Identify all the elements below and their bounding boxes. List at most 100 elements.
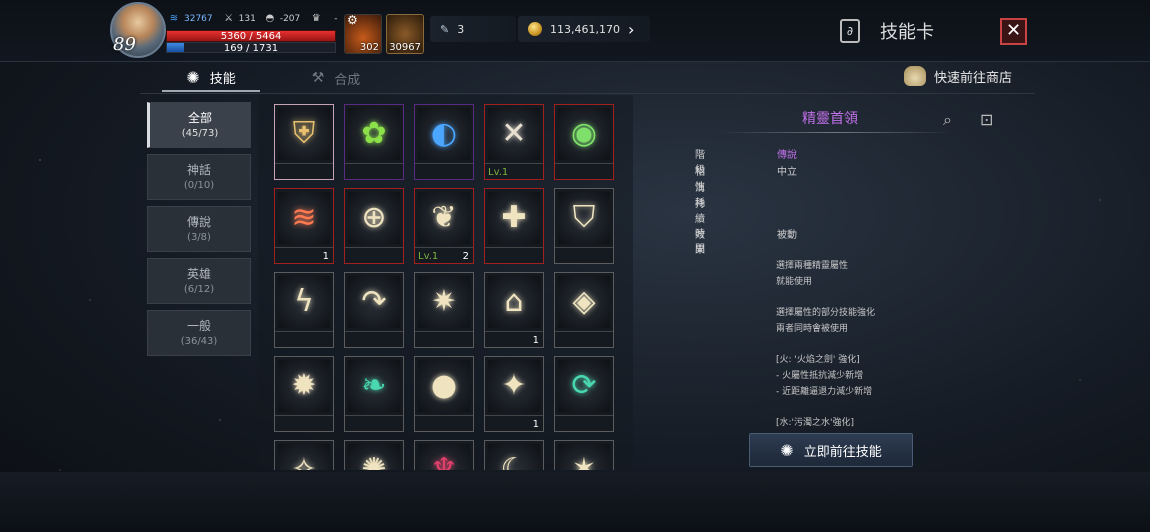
skill-card-frame: ≋ 1 xyxy=(274,188,334,264)
skill-card[interactable]: ⊕ xyxy=(344,188,404,264)
skill-card[interactable]: ✿ xyxy=(344,104,404,180)
category-hero[interactable]: 英雄 (6/12) xyxy=(147,258,251,304)
bottom-bar xyxy=(0,472,1150,532)
skill-card-frame: ✷ xyxy=(414,272,474,348)
category-count: (6/12) xyxy=(183,284,215,295)
skill-card[interactable]: ⛉ xyxy=(554,188,614,264)
skill-card[interactable]: ✚ xyxy=(484,188,544,264)
skill-card[interactable]: ✺ xyxy=(344,440,404,470)
gear-icon: ⚙ xyxy=(347,13,358,27)
category-all[interactable]: 全部 (45/73) xyxy=(147,102,251,148)
crossed-arrows-icon: ✕ xyxy=(488,108,540,160)
skill-card[interactable]: ✹ xyxy=(274,356,334,432)
skill-card-frame: ☾ xyxy=(484,440,544,470)
tab-skills[interactable]: ✺ 技能 xyxy=(162,64,260,92)
skill-card[interactable]: ❦ Lv.1 2 xyxy=(414,188,474,264)
skill-card[interactable]: ≋ 1 xyxy=(274,188,334,264)
scroll-icon: ✎ xyxy=(440,22,450,36)
curved-arrow-icon: ↷ xyxy=(348,276,400,328)
tab-synthesis[interactable]: ⚒ 合成 xyxy=(286,64,386,92)
card-footer xyxy=(345,415,403,431)
attack-icon: ⚔ xyxy=(224,13,234,24)
cycle-arrows-icon: ⟳ xyxy=(558,360,610,412)
category-mythic[interactable]: 神話 (0/10) xyxy=(147,154,251,200)
effect-label: 效果 xyxy=(695,230,705,256)
shield-elements-icon: ⛨ xyxy=(278,108,330,160)
category-normal[interactable]: 一般 (36/43) xyxy=(147,310,251,356)
card-count: 2 xyxy=(462,251,469,262)
skill-card-frame: ✦ 1 xyxy=(484,356,544,432)
skill-card-frame: ↷ xyxy=(344,272,404,348)
skill-card-frame: ● xyxy=(414,356,474,432)
card-footer: 1 xyxy=(485,331,543,347)
category-label: 一般 xyxy=(186,319,211,333)
swirl-icon: ✺ xyxy=(186,67,200,87)
slot-count: 30967 xyxy=(389,42,421,53)
moon-icon: ☾ xyxy=(488,444,540,470)
divider xyxy=(140,93,1035,94)
effect-value: 被動 xyxy=(777,230,797,241)
skill-card[interactable]: ⛨ xyxy=(274,104,334,180)
stat-4: - xyxy=(334,14,338,24)
skill-card-frame: ✕ Lv.1 xyxy=(484,104,544,180)
lock-icon[interactable]: ⊡ xyxy=(980,110,993,129)
category-legend[interactable]: 傳說 (3/8) xyxy=(147,206,251,252)
skill-card-frame: ♆ xyxy=(414,440,474,470)
category-label: 全部 xyxy=(187,111,212,125)
card-footer: Lv.1 2 xyxy=(415,247,473,263)
skill-card[interactable]: ◈ xyxy=(554,272,614,348)
skill-card[interactable]: ✶ xyxy=(554,440,614,470)
category-count: (3/8) xyxy=(187,232,211,243)
skill-card[interactable]: ⟳ xyxy=(554,356,614,432)
close-button[interactable]: ✕ xyxy=(1000,18,1027,45)
helmet-icon: ◓ xyxy=(265,13,275,24)
description-line: 就能使用 xyxy=(776,277,813,287)
skill-card-grid[interactable]: ⛨ ✿ ◐ ✕ Lv.1 ◉ ≋ 1 ⊕ ❦ Lv.1 2 ✚ ⛉ ϟ ↷ ✷ ⌂ 1 ◈ ✹ ❧ ● ✦ 1 ⟳ ✧ ✺ ♆ ☾ ✶ xyxy=(258,95,633,470)
page-title: 技能卡 xyxy=(880,22,934,43)
card-count: 1 xyxy=(322,251,329,262)
chevron-right-icon[interactable]: › xyxy=(628,20,634,39)
card-footer: 1 xyxy=(485,415,543,431)
card-footer xyxy=(555,163,613,179)
skill-card[interactable]: ● xyxy=(414,356,474,432)
card-footer xyxy=(415,415,473,431)
skill-card[interactable]: ⌂ 1 xyxy=(484,272,544,348)
quick-slot-potion[interactable]: ⚙ 302 xyxy=(344,13,382,54)
burst-icon: ✷ xyxy=(418,276,470,328)
skill-card[interactable]: ❧ xyxy=(344,356,404,432)
trophy-icon: ♛ xyxy=(311,13,321,24)
skill-card[interactable]: ◐ xyxy=(414,104,474,180)
skill-card[interactable]: ✦ 1 xyxy=(484,356,544,432)
skill-card[interactable]: ✷ xyxy=(414,272,474,348)
skill-card-frame: ❦ Lv.1 2 xyxy=(414,188,474,264)
skill-card-frame: ◉ xyxy=(554,104,614,180)
tab-label: 技能 xyxy=(209,71,236,87)
target-sight-icon: ⊕ xyxy=(348,192,400,244)
stat-1: 32767 xyxy=(184,14,213,24)
item-count: 3 xyxy=(457,22,465,36)
card-footer xyxy=(415,331,473,347)
wifi-icon: ≋ xyxy=(169,13,179,24)
shop-link[interactable]: 快速前往商店 xyxy=(904,66,1012,86)
green-signal-icon: ◉ xyxy=(558,108,610,160)
go-to-skill-button[interactable]: ✺ 立即前往技能 xyxy=(749,433,913,467)
skill-card-frame: ✚ xyxy=(484,188,544,264)
skill-card[interactable]: ☾ xyxy=(484,440,544,470)
skill-card[interactable]: ✕ Lv.1 xyxy=(484,104,544,180)
skill-card[interactable]: ♆ xyxy=(414,440,474,470)
stat-2: 131 xyxy=(238,14,256,24)
skill-card[interactable]: ϟ xyxy=(274,272,334,348)
green-leaf-icon: ❧ xyxy=(348,360,400,412)
category-label: 英雄 xyxy=(186,267,211,281)
skill-card[interactable]: ✧ xyxy=(274,440,334,470)
card-footer xyxy=(555,247,613,263)
quick-slot-feather[interactable]: 30967 xyxy=(386,14,424,54)
magnify-icon[interactable]: ⌕ xyxy=(943,110,952,130)
gold-amount: 113,461,170 xyxy=(550,22,620,36)
description-line: - 火屬性抵抗減少新增 xyxy=(776,371,864,381)
skill-card[interactable]: ◉ xyxy=(554,104,614,180)
red-wing-icon: ♆ xyxy=(418,444,470,470)
skill-card-frame: ⟳ xyxy=(554,356,614,432)
card-footer xyxy=(345,163,403,179)
skill-card[interactable]: ↷ xyxy=(344,272,404,348)
